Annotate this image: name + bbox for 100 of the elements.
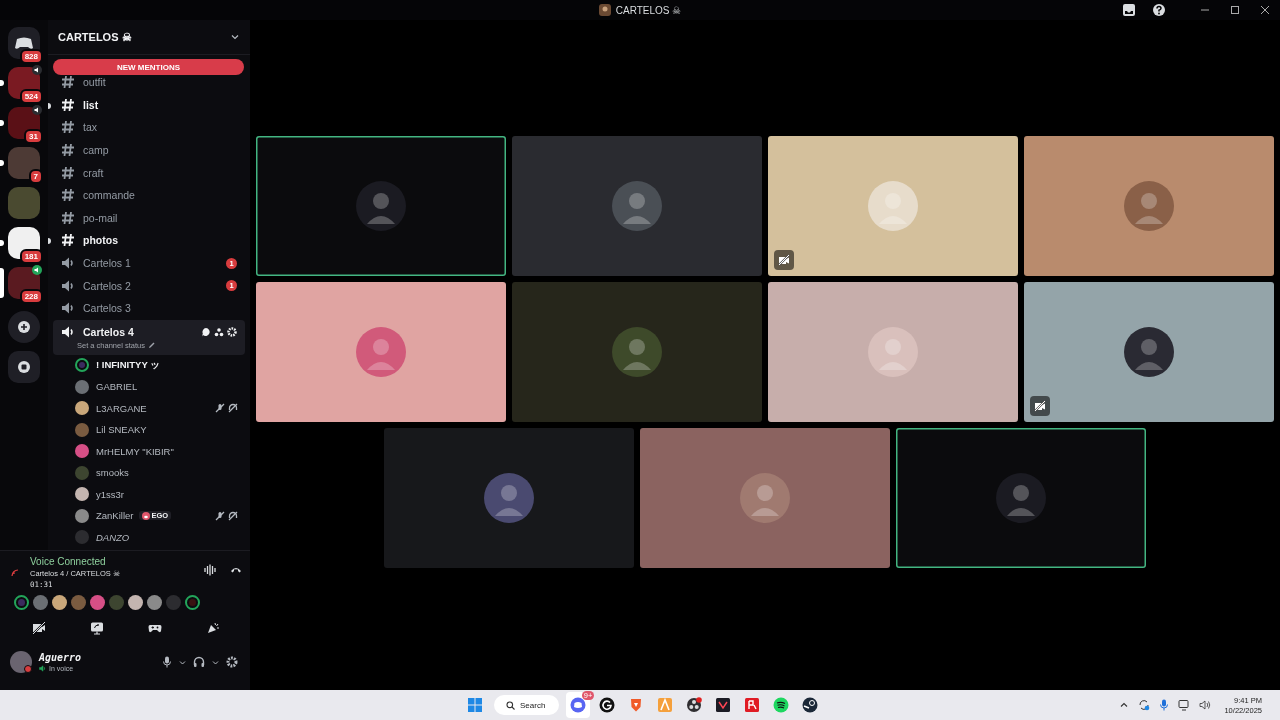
volume-icon[interactable] [1199, 699, 1212, 711]
hashtag-icon [61, 143, 75, 158]
user-avatar[interactable] [10, 651, 32, 673]
chevron-down-icon[interactable] [230, 32, 240, 42]
voice-member[interactable]: Lil SNEAKY [48, 419, 250, 441]
settings-icon[interactable] [226, 656, 238, 668]
network-icon[interactable] [1178, 699, 1191, 711]
avatar-icon [611, 180, 663, 232]
channel-name: craft [83, 166, 104, 179]
video-tile[interactable] [768, 136, 1018, 276]
chevron-down-icon[interactable] [212, 658, 219, 666]
channel-name: Cartelos 1 [83, 257, 131, 270]
avatar-icon [1123, 326, 1175, 378]
inbox-icon[interactable] [1122, 3, 1136, 17]
voice-member[interactable]: L3ARGANE [48, 397, 250, 420]
voice-member[interactable]: DANZO [48, 526, 250, 549]
voice-member[interactable]: GABRIEL [48, 376, 250, 398]
invite-icon[interactable] [214, 326, 224, 337]
g-logo-icon[interactable] [599, 697, 616, 713]
notification-badge: 828 [19, 49, 43, 64]
close-icon[interactable] [1258, 3, 1272, 17]
discover-button[interactable] [8, 351, 40, 383]
video-tile[interactable] [512, 282, 762, 422]
participant-avatar[interactable] [147, 595, 162, 610]
participant-avatar[interactable] [185, 595, 200, 610]
avatar-icon [867, 180, 919, 232]
microphone-icon[interactable] [162, 656, 172, 668]
search-field[interactable]: Search [494, 695, 560, 715]
server-icon [598, 4, 611, 16]
video-tile[interactable] [640, 428, 890, 568]
chevron-down-icon[interactable] [179, 658, 186, 666]
video-tile[interactable] [256, 282, 506, 422]
voice-member[interactable]: MrHELMY "KIBIR" [48, 440, 250, 463]
avatar-icon [355, 180, 407, 232]
participant-avatar[interactable] [14, 595, 29, 610]
maximize-icon[interactable] [1228, 3, 1242, 17]
speaker-icon [61, 278, 75, 293]
recording-app-icon[interactable] [686, 697, 703, 713]
member-name: smooks [96, 467, 129, 479]
video-tile[interactable] [256, 136, 506, 276]
channel-item[interactable]: photos [53, 229, 245, 252]
channel-name: outfit [83, 76, 106, 89]
voice-status: Voice Connected [30, 556, 107, 567]
member-name: GABRIEL [96, 381, 138, 393]
voice-member[interactable]: ! INFINITYY ッ [48, 354, 250, 377]
channel-item[interactable]: tax [53, 116, 245, 139]
sync-icon[interactable] [1138, 699, 1151, 711]
voice-member[interactable]: y1ss3r [48, 483, 250, 506]
channel-name: Cartelos 2 [83, 279, 131, 292]
member-name: ! INFINITYY ッ [96, 358, 161, 372]
hashtag-icon [61, 75, 75, 90]
avatar-icon [739, 472, 791, 524]
video-tile[interactable] [768, 282, 1018, 422]
avatar-icon [611, 326, 663, 378]
music-app-icon[interactable] [773, 697, 790, 713]
camera-off-icon[interactable] [32, 621, 46, 635]
help-icon[interactable] [1152, 3, 1166, 17]
channel-item[interactable]: list [53, 93, 245, 117]
member-name: MrHELMY "KIBIR" [96, 445, 174, 457]
participant-avatar[interactable] [90, 595, 105, 610]
add-server-button[interactable] [8, 311, 40, 343]
chat-app-icon[interactable] [570, 697, 587, 713]
channel-name: camp [83, 144, 109, 157]
start-icon[interactable] [467, 697, 483, 713]
channel-item[interactable]: po-mail [53, 206, 245, 230]
notification-badge: 31 [24, 129, 43, 144]
channel-item[interactable]: Cartelos 3 [53, 296, 245, 320]
avatar-icon [995, 472, 1047, 524]
hashtag-icon [61, 210, 75, 225]
hashtag-icon [61, 233, 75, 248]
hashtag-icon [61, 97, 75, 112]
pencil-icon[interactable] [147, 341, 156, 350]
voice-member[interactable]: smooks [48, 462, 250, 484]
video-tile[interactable] [1024, 282, 1274, 422]
chevron-up-icon[interactable] [1119, 700, 1130, 710]
channel-item[interactable]: commande [53, 183, 245, 207]
participant-avatar[interactable] [52, 595, 67, 610]
activity-icon[interactable] [206, 621, 220, 635]
square-app-icon[interactable] [744, 697, 761, 713]
window-title: CARTELOS ☠ [615, 4, 682, 16]
video-tile[interactable] [512, 136, 762, 276]
video-tile[interactable] [384, 428, 634, 568]
channel-item[interactable]: craft [53, 161, 245, 184]
soundboard-icon[interactable] [204, 564, 216, 576]
channel-item[interactable]: camp [53, 138, 245, 162]
avatar-icon [355, 326, 407, 378]
screen-share-icon[interactable] [90, 621, 104, 635]
headphones-icon[interactable] [193, 656, 205, 668]
video-tile[interactable] [896, 428, 1146, 568]
chat-icon[interactable] [201, 326, 211, 337]
v-logo-icon[interactable] [715, 697, 732, 713]
channel-name: list [83, 98, 99, 111]
video-tile[interactable] [1024, 136, 1274, 276]
participant-avatar[interactable] [128, 595, 143, 610]
server-name[interactable]: CARTELOS ☠ [58, 30, 132, 44]
new-mentions-banner[interactable]: NEW MENTIONS [53, 59, 244, 75]
pig-icon [141, 511, 150, 520]
member-name: Lil SNEAKY [96, 424, 147, 436]
avatar-icon [1123, 180, 1175, 232]
hashtag-icon [61, 188, 75, 203]
